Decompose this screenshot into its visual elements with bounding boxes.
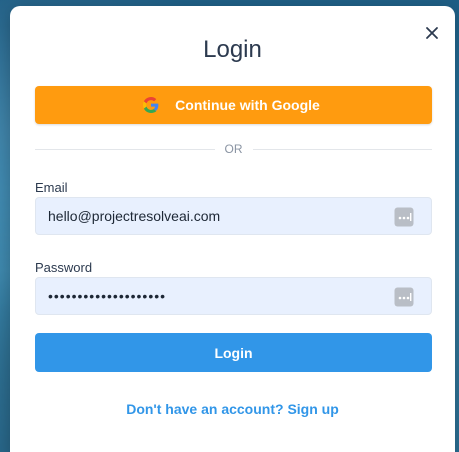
divider-line-left [35,148,215,150]
password-label: Password [35,260,93,275]
password-input[interactable] [36,278,431,314]
password-manager-icon[interactable] [394,207,414,227]
google-button-label: Continue with Google [175,97,320,113]
divider-text: OR [224,142,243,156]
continue-with-google-button[interactable]: Continue with Google [35,86,432,124]
login-modal: Login Continue with Google OR Email Pass… [10,6,455,452]
password-field-wrapper [35,277,432,315]
email-input[interactable] [36,198,431,234]
password-manager-icon[interactable] [394,287,414,307]
email-field-wrapper [35,197,432,235]
modal-title: Login [203,36,262,63]
login-button[interactable]: Login [35,333,432,372]
email-label: Email [35,180,68,195]
or-divider: OR [35,141,432,157]
google-icon [143,97,159,113]
signup-link[interactable]: Don't have an account? Sign up [10,401,455,417]
divider-line-right [252,148,432,150]
